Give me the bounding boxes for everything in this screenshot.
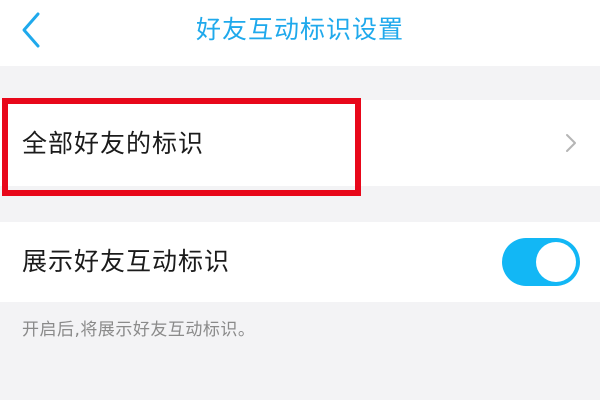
chevron-right-icon: [566, 134, 576, 152]
page-title: 好友互动标识设置: [195, 15, 404, 44]
show-interaction-badge-row: 展示好友互动标识: [0, 222, 600, 302]
hint-text: 开启后,将展示好友互动标识。: [22, 320, 256, 340]
all-friends-badge-row[interactable]: 全部好友的标识: [0, 100, 600, 186]
show-interaction-badge-label: 展示好友互动标识: [22, 247, 231, 276]
nav-bar: 好友互动标识设置: [0, 0, 600, 66]
toggle-knob: [536, 242, 576, 282]
all-friends-badge-label: 全部好友的标识: [22, 129, 205, 158]
show-interaction-toggle[interactable]: [502, 238, 580, 286]
